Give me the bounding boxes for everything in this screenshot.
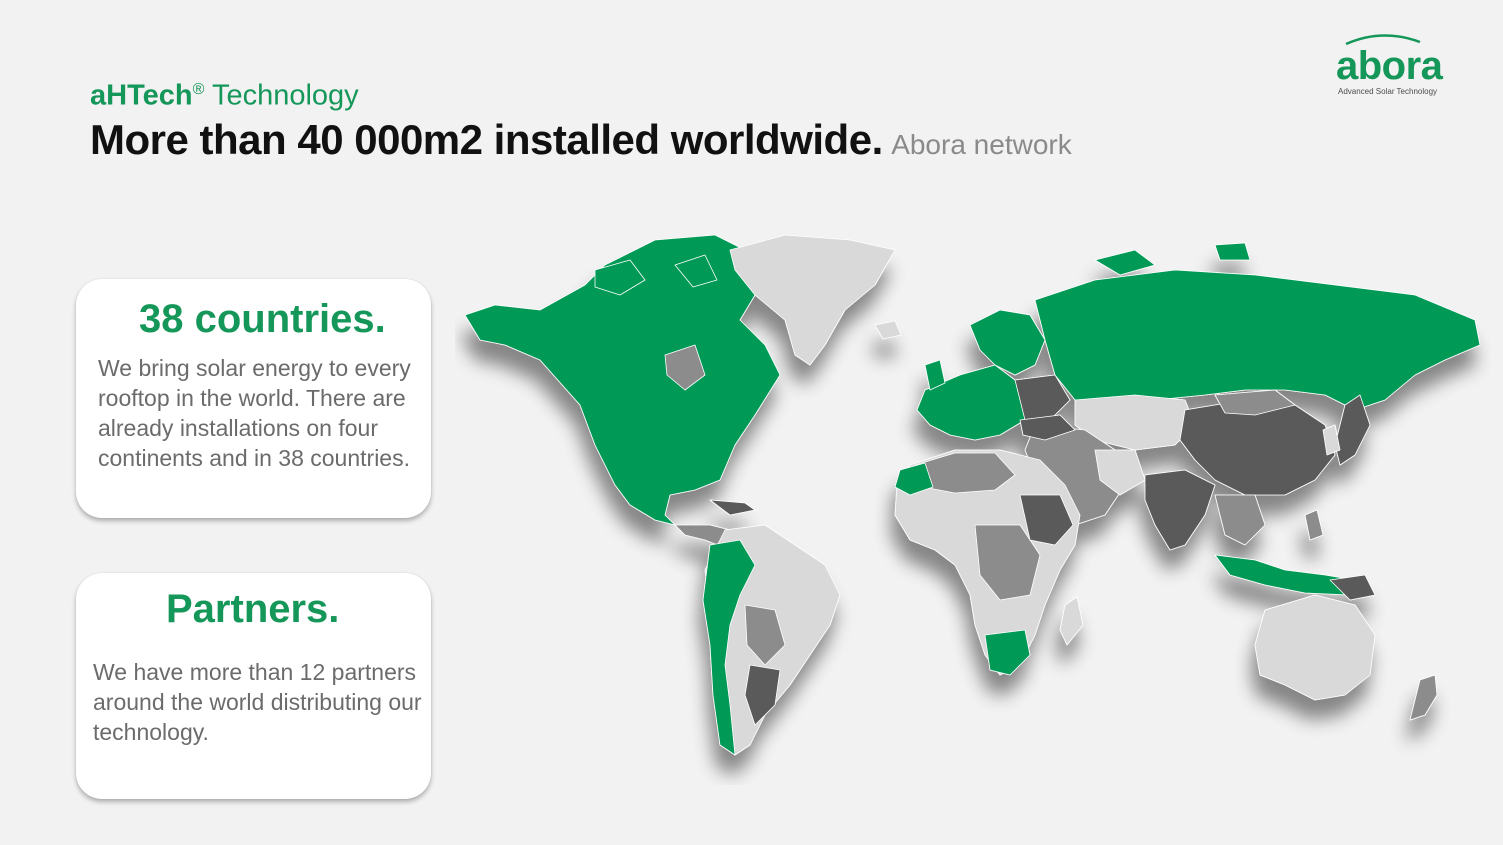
logo-tagline: Advanced Solar Technology [1338, 87, 1438, 96]
subtitle-rest: Technology [204, 79, 359, 112]
russia-shape [1034, 269, 1481, 411]
southeast-asia-shape [1214, 494, 1266, 546]
partners-card: Partners. We have more than 12 partners … [76, 573, 431, 799]
scandinavia-shape [969, 309, 1046, 376]
page-title: More than 40 000m2 installed worldwide. [90, 115, 883, 163]
south-africa-shape [984, 629, 1031, 676]
abora-logo: abora Advanced Solar Technology [1332, 30, 1462, 100]
countries-card-text: We bring solar energy to every rooftop i… [98, 355, 411, 471]
caribbean-shape [709, 499, 756, 516]
logo-wordmark: abora [1336, 44, 1443, 88]
registered-mark: ® [192, 81, 205, 98]
new-zealand-shape [1409, 674, 1438, 721]
philippines-shape [1304, 509, 1324, 541]
countries-card-title: 38 countries. [139, 297, 386, 341]
title-aside: Abora network [891, 128, 1072, 160]
partners-card-text: We have more than 12 partners around the… [93, 659, 422, 745]
iceland-shape [874, 320, 902, 340]
australia-shape [1254, 594, 1376, 701]
title-line: More than 40 000m2 installed worldwide. … [90, 116, 1072, 164]
world-map [464, 234, 1481, 756]
countries-card: 38 countries. We bring solar energy to e… [76, 279, 431, 518]
slide-subtitle: aHTech® Technology [90, 72, 1072, 114]
partners-card-title: Partners. [166, 587, 340, 631]
indonesia-shape [1214, 554, 1356, 596]
madagascar-shape [1059, 596, 1084, 646]
brand-name: aHTech [90, 79, 193, 112]
india-shape [1144, 469, 1216, 551]
slide-header: aHTech® Technology More than 40 000m2 in… [90, 72, 1072, 164]
